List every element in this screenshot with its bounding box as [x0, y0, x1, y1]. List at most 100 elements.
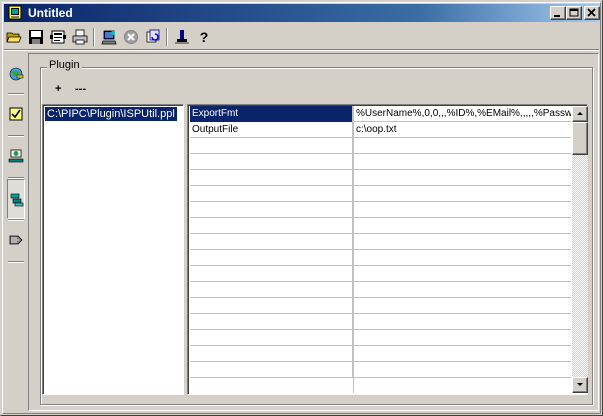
property-value[interactable]: [354, 202, 571, 218]
toolbar-divider: [4, 49, 599, 51]
remove-plugin-button[interactable]: ---: [75, 83, 86, 95]
property-value[interactable]: [354, 298, 571, 314]
minimize-icon: [554, 15, 560, 17]
save-button[interactable]: [26, 27, 46, 47]
grid-vertical-scrollbar[interactable]: [572, 106, 588, 393]
property-value[interactable]: [354, 170, 571, 186]
arrow-up-icon: [577, 112, 583, 115]
property-name[interactable]: OutputFile: [190, 122, 353, 138]
property-name[interactable]: [190, 154, 353, 170]
property-name[interactable]: [190, 282, 353, 298]
print-button[interactable]: [70, 27, 90, 47]
table-row[interactable]: [190, 330, 571, 346]
table-row[interactable]: [190, 346, 571, 362]
help-button[interactable]: ?: [194, 27, 214, 47]
table-row[interactable]: [190, 170, 571, 186]
list-item[interactable]: C:\PIPC\Plugin\ISPUtil.ppl: [45, 107, 177, 121]
sidebar-item-checklist[interactable]: [7, 95, 25, 135]
title-bar[interactable]: Untitled: [4, 4, 600, 22]
help-icon: ?: [199, 29, 209, 45]
property-name[interactable]: ExportFmt: [190, 106, 353, 122]
property-value[interactable]: [354, 346, 571, 362]
sidebar-item-export[interactable]: [7, 221, 25, 261]
table-row[interactable]: [190, 218, 571, 234]
refresh-button[interactable]: [143, 27, 163, 47]
minimize-button[interactable]: [550, 6, 566, 20]
table-row[interactable]: [190, 154, 571, 170]
table-row[interactable]: [190, 298, 571, 314]
table-row[interactable]: [190, 234, 571, 250]
refresh-icon: [146, 29, 160, 43]
property-value[interactable]: [354, 154, 571, 170]
scroll-thumb[interactable]: [572, 122, 588, 155]
property-name[interactable]: [190, 218, 353, 234]
table-row[interactable]: OutputFile c:\oop.txt: [190, 122, 571, 138]
property-name[interactable]: [190, 234, 353, 250]
property-value[interactable]: %UserName%,0,0,,,%ID%,%EMail%,,,,,%Passw…: [354, 106, 571, 122]
property-value[interactable]: [354, 282, 571, 298]
tools-icon: [175, 30, 189, 44]
maximize-icon: [569, 8, 579, 17]
property-name[interactable]: [190, 186, 353, 202]
property-name[interactable]: [190, 330, 353, 346]
property-value[interactable]: c:\oop.txt: [354, 122, 571, 138]
add-plugin-button[interactable]: +: [55, 83, 61, 95]
app-window: Untitled ? Plugin + --- C:\PIPC\Plugin\I…: [0, 0, 603, 416]
table-row[interactable]: [190, 202, 571, 218]
arrow-down-icon: [577, 383, 583, 386]
globe-key-icon: [9, 67, 24, 81]
table-row[interactable]: [190, 282, 571, 298]
connect-button[interactable]: [99, 27, 119, 47]
properties-button[interactable]: [48, 27, 68, 47]
toolbar-separator: [166, 28, 168, 46]
property-name[interactable]: [190, 298, 353, 314]
properties-icon: [50, 30, 66, 44]
property-value[interactable]: [354, 186, 571, 202]
table-row[interactable]: ExportFmt %UserName%,0,0,,,%ID%,%EMail%,…: [190, 106, 571, 122]
property-name[interactable]: [190, 138, 353, 154]
checklist-icon: [9, 107, 23, 121]
plugin-icon: [10, 193, 24, 207]
table-row[interactable]: [190, 362, 571, 378]
print-icon: [72, 29, 88, 45]
stop-button[interactable]: [121, 27, 141, 47]
app-icon[interactable]: [7, 5, 23, 21]
property-value[interactable]: [354, 330, 571, 346]
scroll-down-button[interactable]: [572, 377, 588, 393]
sidebar-item-globe[interactable]: [7, 55, 25, 95]
table-row[interactable]: [190, 138, 571, 154]
close-button[interactable]: [584, 6, 600, 20]
property-name[interactable]: [190, 202, 353, 218]
scroll-up-button[interactable]: [572, 106, 588, 122]
property-name[interactable]: [190, 346, 353, 362]
close-icon: [587, 8, 596, 17]
property-name[interactable]: [190, 250, 353, 266]
property-name[interactable]: [190, 170, 353, 186]
property-name[interactable]: [190, 266, 353, 282]
table-row[interactable]: [190, 266, 571, 282]
property-value[interactable]: [354, 250, 571, 266]
plugin-file-list[interactable]: C:\PIPC\Plugin\ISPUtil.ppl: [42, 104, 184, 395]
sidebar: [6, 53, 26, 411]
property-value[interactable]: [354, 362, 571, 378]
maximize-button[interactable]: [566, 6, 582, 20]
property-name[interactable]: [190, 362, 353, 378]
plugin-group-label: Plugin: [47, 59, 82, 71]
save-icon: [29, 30, 43, 44]
property-name[interactable]: [190, 314, 353, 330]
property-grid[interactable]: ExportFmt %UserName%,0,0,,,%ID%,%EMail%,…: [187, 104, 588, 395]
table-row[interactable]: [190, 250, 571, 266]
tools-button[interactable]: [172, 27, 192, 47]
table-row[interactable]: [190, 186, 571, 202]
property-value[interactable]: [354, 234, 571, 250]
sidebar-item-network[interactable]: [7, 137, 25, 177]
property-value[interactable]: [354, 218, 571, 234]
property-value[interactable]: [354, 138, 571, 154]
window-title: Untitled: [28, 6, 73, 20]
property-value[interactable]: [354, 266, 571, 282]
toolbar: ?: [4, 25, 599, 49]
open-button[interactable]: [4, 27, 24, 47]
property-value[interactable]: [354, 314, 571, 330]
table-row[interactable]: [190, 314, 571, 330]
sidebar-item-plugin[interactable]: [7, 179, 25, 219]
